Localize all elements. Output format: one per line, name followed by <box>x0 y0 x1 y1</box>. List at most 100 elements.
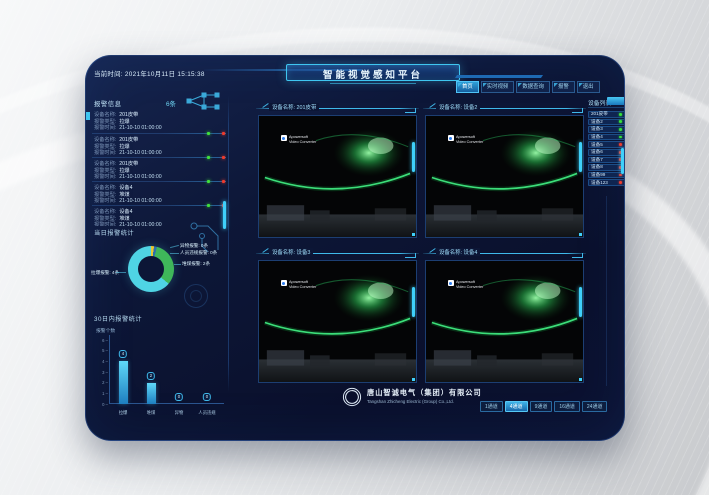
device-name: 设备123 <box>591 180 608 186</box>
donut-callout: 人员违规报警: 0条 <box>180 250 217 256</box>
alarm-type: 堆煤 <box>119 216 129 223</box>
device-list-scrollbar[interactable] <box>621 148 624 174</box>
watermark-text: ApowersoftVideo Converter <box>456 135 483 144</box>
y-axis-tick: 1 – <box>96 391 108 396</box>
callout-line <box>170 253 179 254</box>
nav-button[interactable]: 报警 <box>552 81 575 93</box>
device-name: 设备7 <box>591 157 603 163</box>
status-dot-icon <box>619 128 622 131</box>
device-list-item[interactable]: 设备8 <box>588 164 625 171</box>
channel-button[interactable]: 16通道 <box>554 401 580 412</box>
channel-button[interactable]: 4通道 <box>505 401 528 412</box>
device-name: 设备4 <box>119 185 132 192</box>
error-led-icon <box>222 156 226 160</box>
nav-button[interactable]: 退出 <box>577 81 600 93</box>
device-list-tab[interactable] <box>607 97 625 105</box>
y-axis-tick: 6 – <box>96 338 108 343</box>
video-feed[interactable]: ApowersoftVideo Converter <box>425 260 584 383</box>
channel-button[interactable]: 9通道 <box>530 401 553 412</box>
device-list-item[interactable]: 设备123 <box>588 179 625 186</box>
video-feed[interactable]: ApowersoftVideo Converter <box>258 260 417 383</box>
device-name: 设备2 <box>591 119 603 125</box>
left-column-divider <box>228 96 229 392</box>
channel-bar: 1通道4通道9通道16通道24通道 <box>480 401 607 412</box>
ok-led-icon <box>207 180 211 184</box>
device-list-divider <box>588 107 625 108</box>
nav-button[interactable]: 首页 <box>456 81 479 93</box>
video-feed[interactable]: ApowersoftVideo Converter <box>425 115 584 238</box>
video-frame <box>259 261 416 382</box>
video-scrollbar[interactable] <box>412 142 415 172</box>
apowersoft-logo-icon <box>448 280 454 286</box>
apowersoft-watermark: ApowersoftVideo Converter <box>448 280 483 289</box>
device-list-item[interactable]: 设备4 <box>588 134 625 141</box>
donut-callout: 拉爆报警: 4条 <box>91 270 119 276</box>
field-label: 报警时间: <box>94 198 116 205</box>
device-name: 201皮带 <box>119 137 138 144</box>
alarm-list: 设备名称:201皮带报警类型:拉爆报警时间:21-10-10 01:00:00设… <box>92 109 226 226</box>
device-name: 设备8 <box>591 164 603 170</box>
channel-button[interactable]: 1通道 <box>480 401 503 412</box>
video-scrollbar[interactable] <box>579 142 582 172</box>
right-column-line <box>606 196 607 386</box>
device-name: 设备99 <box>591 172 605 178</box>
device-name: 设备3 <box>591 126 603 132</box>
video-title: 设备名称: 设备4 <box>436 248 480 256</box>
y-axis-tick: 3 – <box>96 370 108 375</box>
video-panel-2: 设备名称: 设备2 ApowersoftVideo Converter <box>423 101 586 241</box>
video-panel-4: 设备名称: 设备4 ApowersoftVideo Converter <box>423 246 586 386</box>
alarm-list-item[interactable]: 设备名称:设备4报警类型:堆煤报警时间:21-10-10 01:00:00 <box>92 181 226 205</box>
video-panel-3: 设备名称: 设备3 ApowersoftVideo Converter <box>256 246 419 386</box>
corner-dot-decoration <box>412 378 415 381</box>
alarm-type: 拉爆 <box>119 119 129 126</box>
alarm-type: 拉爆 <box>119 168 129 175</box>
status-dot-icon <box>619 181 622 184</box>
device-list-item[interactable]: 设备99 <box>588 172 625 179</box>
video-frame <box>426 261 583 382</box>
ok-led-icon <box>207 132 211 136</box>
device-list-item[interactable]: 设备3 <box>588 126 625 133</box>
apowersoft-logo-icon <box>281 135 287 141</box>
edge-notch-decoration <box>86 112 90 120</box>
current-time: 当前时间: 2021年10月11日 15:15:38 <box>94 69 205 78</box>
company-logo <box>342 387 362 407</box>
status-dot-icon <box>619 143 622 146</box>
apowersoft-watermark: ApowersoftVideo Converter <box>281 280 316 289</box>
video-panel-header: 设备名称: 201皮带 <box>256 101 419 114</box>
field-label: 报警时间: <box>94 150 116 157</box>
watermark-emblem <box>184 284 208 308</box>
alarm-list-item[interactable]: 设备名称:201皮带报警类型:拉爆报警时间:21-10-10 01:00:00 <box>92 109 226 133</box>
donut-callout: 堆煤报警: 2条 <box>182 261 210 267</box>
video-feed[interactable]: ApowersoftVideo Converter <box>258 115 417 238</box>
device-name: 201皮带 <box>119 112 138 119</box>
nav-button[interactable]: 实时视频 <box>481 81 515 93</box>
device-list-item[interactable]: 设备7 <box>588 157 625 164</box>
page-title: 智能视觉感知平台 <box>286 64 460 81</box>
device-list-item[interactable]: 设备2 <box>588 119 625 126</box>
field-label: 报警时间: <box>94 174 116 181</box>
alarm-list-item[interactable]: 设备名称:201皮带报警类型:拉爆报警时间:21-10-10 01:00:00 <box>92 133 226 157</box>
nav-button[interactable]: 数据查询 <box>516 81 550 93</box>
alarm-status-leds <box>162 156 226 160</box>
apowersoft-watermark: ApowersoftVideo Converter <box>448 135 483 144</box>
corner-dot-decoration <box>579 233 582 236</box>
video-title: 设备名称: 设备3 <box>269 248 313 256</box>
callout-line <box>170 245 179 248</box>
nav-accent-decoration <box>455 75 543 78</box>
video-scrollbar[interactable] <box>412 287 415 317</box>
device-name: 201皮带 <box>119 161 138 168</box>
monthly-stats-title: 30日内报警统计 <box>94 314 142 323</box>
alarm-panel-title: 报警信息 <box>94 99 122 108</box>
device-list-item[interactable]: 201皮带 <box>588 111 625 118</box>
device-list-item[interactable]: 设备5 <box>588 141 625 148</box>
video-panel-header: 设备名称: 设备2 <box>423 101 586 114</box>
video-title: 设备名称: 201皮带 <box>269 103 319 111</box>
bar <box>147 383 156 404</box>
channel-button[interactable]: 24通道 <box>582 401 608 412</box>
watermark-text: ApowersoftVideo Converter <box>456 280 483 289</box>
video-scrollbar[interactable] <box>579 287 582 317</box>
field-label: 报警时间: <box>94 125 116 132</box>
callout-line <box>174 264 181 265</box>
alarm-list-item[interactable]: 设备名称:201皮带报警类型:拉爆报警时间:21-10-10 01:00:00 <box>92 157 226 181</box>
device-list-item[interactable]: 设备6 <box>588 149 625 156</box>
